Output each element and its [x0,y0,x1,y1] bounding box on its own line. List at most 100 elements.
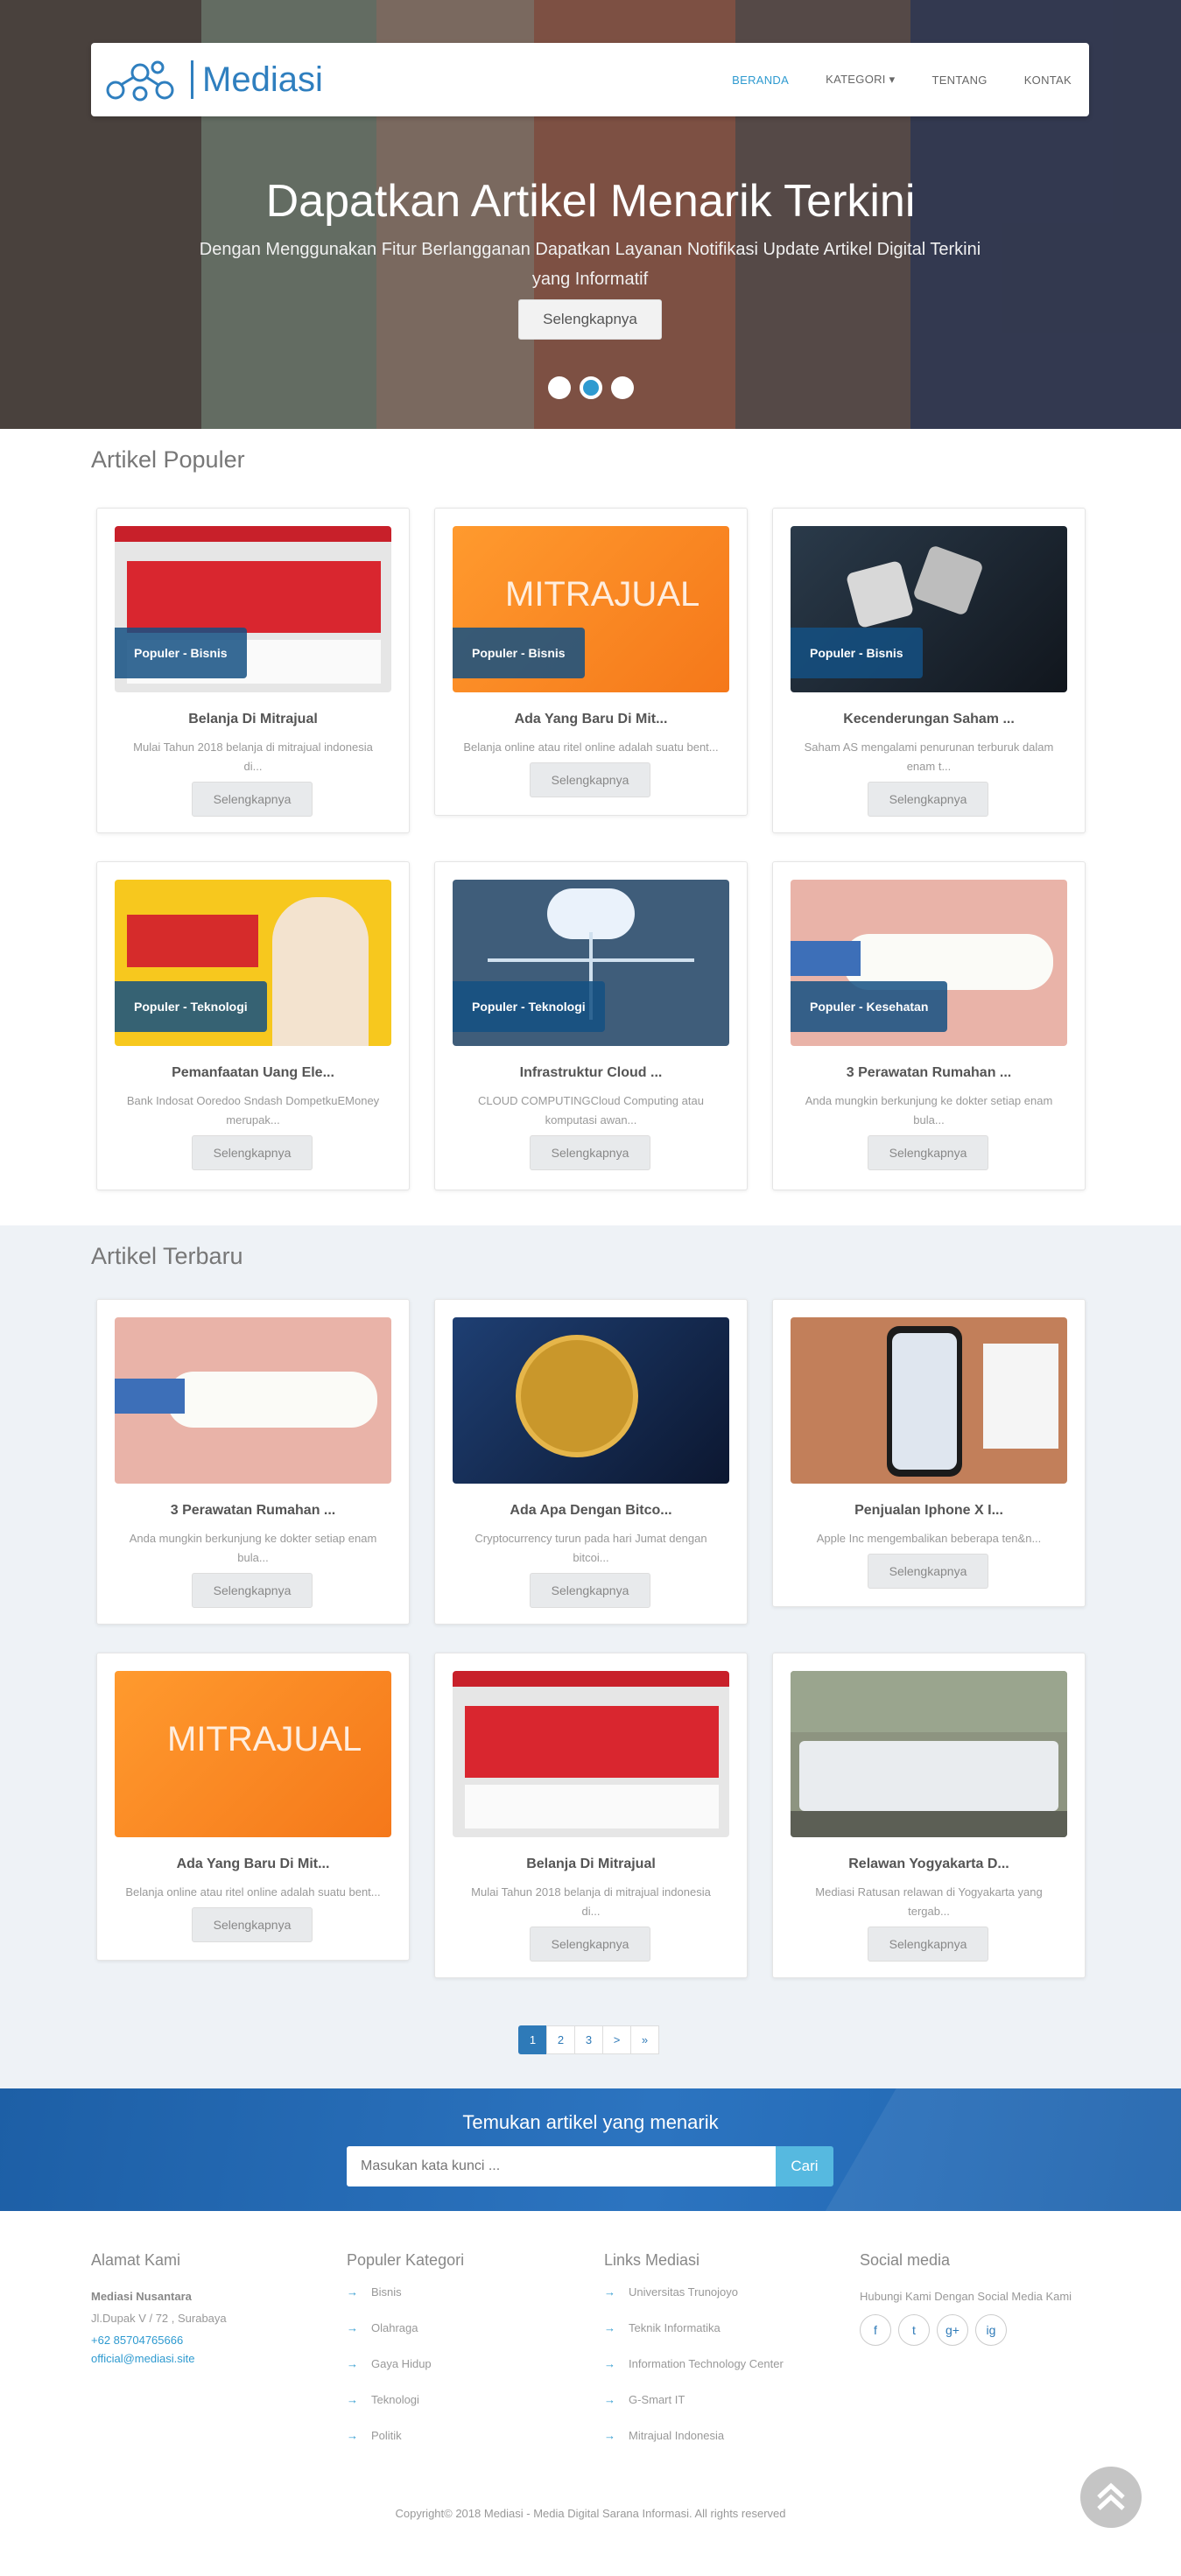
article-card[interactable]: Belanja Di Mitrajual Mulai Tahun 2018 be… [434,1653,748,1978]
card-image: Populer - Teknologi [115,880,391,1046]
street-address: Jl.Dupak V / 72 , Surabaya [91,2312,227,2325]
card-image [791,1671,1067,1837]
carousel-dot[interactable] [611,376,634,399]
hero-subtitle: Dengan Menggunakan Fitur Berlangganan Da… [199,240,981,289]
card-more-button[interactable]: Selengkapnya [868,1554,988,1589]
footer-link[interactable]: → Information Technology Center [604,2357,832,2393]
card-title[interactable]: Belanja Di Mitrajual [97,712,409,727]
phone-number[interactable]: +62 85704765666 [91,2329,310,2351]
page-link-2[interactable]: 2 [546,2025,575,2054]
card-title[interactable]: 3 Perawatan Rumahan ... [97,1503,409,1519]
card-more-button[interactable]: Selengkapnya [192,1135,313,1170]
card-more-button[interactable]: Selengkapnya [868,782,988,817]
back-to-top-button[interactable] [1080,2467,1142,2528]
site-logo[interactable]: Mediasi [103,55,323,104]
article-card[interactable]: Populer - Teknologi Pemanfaatan Uang Ele… [96,861,410,1190]
carousel-dot[interactable] [548,376,571,399]
article-card[interactable]: Populer - Teknologi Infrastruktur Cloud … [434,861,748,1190]
card-more-button[interactable]: Selengkapnya [530,762,650,797]
card-title[interactable]: Relawan Yogyakarta D... [773,1857,1085,1872]
card-category-tag: Populer - Bisnis [453,628,585,678]
search-title: Temukan artikel yang menarik [462,2111,719,2133]
article-card[interactable]: Populer - Kesehatan 3 Perawatan Rumahan … [772,861,1086,1190]
card-category-tag: Populer - Bisnis [115,628,247,678]
carousel-dot-active[interactable] [580,376,602,399]
card-more-button[interactable]: Selengkapnya [530,1573,650,1608]
arrow-right-icon: → [604,2429,615,2442]
footer-link-label: Bisnis [371,2285,402,2299]
footer-heading: Links Mediasi [604,2251,700,2269]
footer-link-label: Information Technology Center [629,2357,784,2370]
arrow-right-icon: → [347,2321,358,2334]
page-next[interactable]: > [602,2025,631,2054]
card-image [453,1317,729,1484]
footer-link-label: Olahraga [371,2321,418,2334]
card-image: Populer - Bisnis [115,526,391,692]
twitter-icon[interactable]: t [898,2314,930,2346]
article-card[interactable]: MITRAJUAL Ada Yang Baru Di Mit... Belanj… [96,1653,410,1961]
footer-link[interactable]: → Olahraga [347,2321,566,2357]
card-more-button[interactable]: Selengkapnya [530,1135,650,1170]
search-input[interactable] [347,2146,776,2186]
card-more-button[interactable]: Selengkapnya [192,782,313,817]
card-more-button[interactable]: Selengkapnya [868,1135,988,1170]
nav-kategori[interactable]: KATEGORI ▾ [826,73,895,87]
card-title[interactable]: Ada Yang Baru Di Mit... [97,1857,409,1872]
article-card[interactable]: 3 Perawatan Rumahan ... Anda mungkin ber… [96,1299,410,1625]
card-title[interactable]: Penjualan Iphone X I... [773,1503,1085,1519]
footer-link[interactable]: → Teknik Informatika [604,2321,832,2357]
email-address[interactable]: official@mediasi.site [91,2351,310,2367]
footer-link[interactable]: → Universitas Trunojoyo [604,2285,832,2321]
nav-tentang[interactable]: TENTANG [931,74,987,87]
card-description: Apple Inc mengembalikan beberapa ten&n..… [816,1532,1042,1545]
footer-link-label: Universitas Trunojoyo [629,2285,738,2299]
footer-link-label: Teknologi [371,2393,419,2406]
footer-link-label: Politik [371,2429,402,2442]
card-more-button[interactable]: Selengkapnya [530,1927,650,1962]
arrow-right-icon: → [604,2285,615,2299]
footer-link[interactable]: → Gaya Hidup [347,2357,566,2393]
article-card[interactable]: Relawan Yogyakarta D... Mediasi Ratusan … [772,1653,1086,1978]
card-title[interactable]: Ada Apa Dengan Bitco... [435,1503,747,1519]
arrow-right-icon: → [604,2321,615,2334]
footer-link[interactable]: → Mitrajual Indonesia [604,2429,832,2465]
hero-more-button[interactable]: Selengkapnya [518,299,662,340]
footer-link[interactable]: → Teknologi [347,2393,566,2429]
article-card[interactable]: MITRAJUAL Populer - Bisnis Ada Yang Baru… [434,508,748,816]
search-band: Temukan artikel yang menarik Cari [0,2088,1181,2211]
article-card[interactable]: Penjualan Iphone X I... Apple Inc mengem… [772,1299,1086,1607]
card-more-button[interactable]: Selengkapnya [192,1573,313,1608]
card-title[interactable]: Infrastruktur Cloud ... [435,1065,747,1081]
page-link-3[interactable]: 3 [574,2025,603,2054]
card-more-button[interactable]: Selengkapnya [868,1927,988,1962]
page-link-1[interactable]: 1 [518,2025,547,2054]
article-card[interactable]: Ada Apa Dengan Bitco... Cryptocurrency t… [434,1299,748,1625]
footer-heading: Social media [860,2251,951,2269]
card-description: Bank Indosat Ooredoo Sndash DompetkuEMon… [126,1094,380,1127]
search-button[interactable]: Cari [776,2146,833,2186]
nav-beranda[interactable]: BERANDA [732,74,789,87]
instagram-icon[interactable]: ig [975,2314,1007,2346]
footer-link-label: Teknik Informatika [629,2321,721,2334]
nav-kontak[interactable]: KONTAK [1024,74,1072,87]
arrow-right-icon: → [347,2429,358,2442]
card-title[interactable]: Ada Yang Baru Di Mit... [435,712,747,727]
card-image: MITRAJUAL Populer - Bisnis [453,526,729,692]
card-image: Populer - Teknologi [453,880,729,1046]
google-plus-icon[interactable]: g+ [937,2314,968,2346]
card-title[interactable]: Kecenderungan Saham ... [773,712,1085,727]
card-title[interactable]: 3 Perawatan Rumahan ... [773,1065,1085,1081]
footer-link[interactable]: → Bisnis [347,2285,566,2321]
article-card[interactable]: Populer - Bisnis Kecenderungan Saham ...… [772,508,1086,833]
arrow-right-icon: → [604,2357,615,2370]
footer-link[interactable]: → Politik [347,2429,566,2465]
card-title[interactable]: Pemanfaatan Uang Ele... [97,1065,409,1081]
facebook-icon[interactable]: f [860,2314,891,2346]
page-last[interactable]: » [630,2025,659,2054]
footer: Alamat Kami Mediasi Nusantara Jl.Dupak V… [0,2211,1181,2576]
card-more-button[interactable]: Selengkapnya [192,1907,313,1942]
card-title[interactable]: Belanja Di Mitrajual [435,1857,747,1872]
arrow-right-icon: → [347,2285,358,2299]
article-card[interactable]: Populer - Bisnis Belanja Di Mitrajual Mu… [96,508,410,833]
footer-link[interactable]: → G-Smart IT [604,2393,832,2429]
